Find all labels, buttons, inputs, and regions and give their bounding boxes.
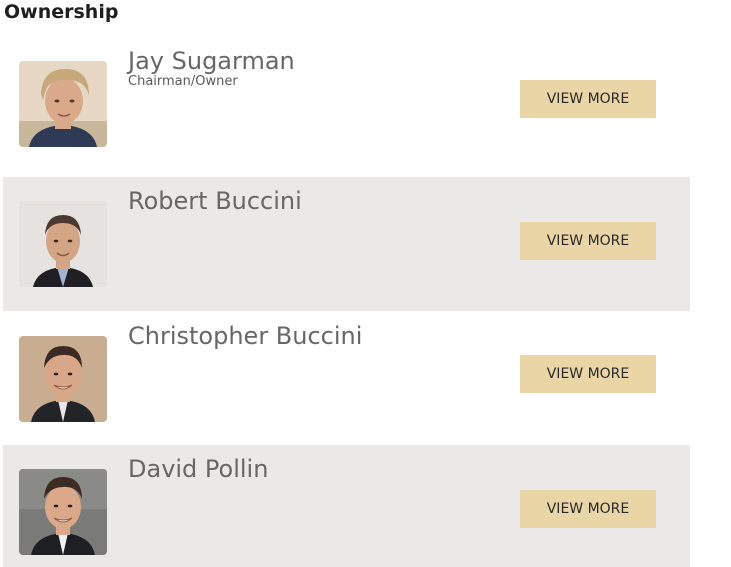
profile-photo <box>19 469 107 555</box>
profile-photo <box>19 336 107 422</box>
owner-card-jay-sugarman: Jay Sugarman Chairman/Owner VIEW MORE <box>3 36 690 170</box>
owner-card-christopher-buccini: Christopher Buccini VIEW MORE <box>3 311 690 445</box>
portrait-photo <box>19 469 107 555</box>
profile-photo <box>19 61 107 147</box>
portrait-photo <box>19 61 107 147</box>
view-more-button[interactable]: VIEW MORE <box>520 355 656 393</box>
view-more-button[interactable]: VIEW MORE <box>520 80 656 118</box>
view-more-button[interactable]: VIEW MORE <box>520 222 656 260</box>
portrait-photo <box>19 201 107 287</box>
person-name: Christopher Buccini <box>128 322 363 350</box>
person-name: David Pollin <box>128 455 269 483</box>
owner-card-david-pollin: David Pollin VIEW MORE <box>3 445 690 567</box>
profile-photo <box>19 201 107 287</box>
person-name: Jay Sugarman <box>128 47 295 75</box>
owner-card-robert-buccini: Robert Buccini VIEW MORE <box>3 177 690 311</box>
person-name: Robert Buccini <box>128 187 302 215</box>
person-role: Chairman/Owner <box>128 74 238 89</box>
view-more-button[interactable]: VIEW MORE <box>520 490 656 528</box>
section-title: Ownership <box>4 1 119 23</box>
portrait-photo <box>19 336 107 422</box>
